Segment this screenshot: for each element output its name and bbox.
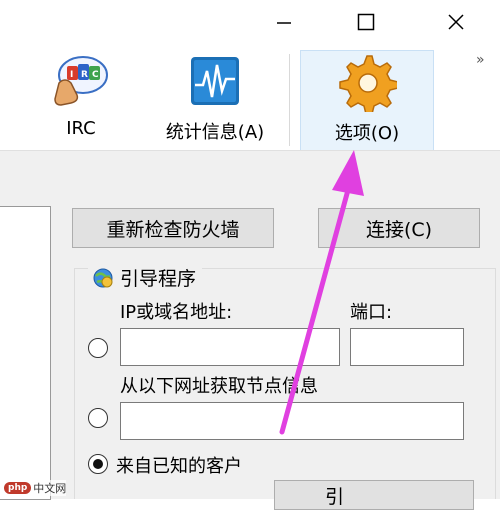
radio-ip-address[interactable]	[88, 338, 108, 358]
connect-button[interactable]: 连接(C)	[318, 208, 480, 248]
watermark: php 中文网	[4, 480, 67, 496]
watermark-site: 中文网	[33, 480, 67, 496]
toolbar-options-label: 选项(O)	[334, 123, 400, 144]
toolbar-irc-label: IRC	[66, 118, 96, 139]
url-source-input[interactable]	[120, 402, 464, 440]
minimize-button[interactable]	[264, 6, 304, 38]
toolbar-irc-button[interactable]: I R C IRC	[46, 50, 116, 150]
ip-address-label: IP或域名地址:	[120, 302, 233, 323]
ip-address-input[interactable]	[120, 328, 340, 366]
url-source-label: 从以下网址获取节点信息	[120, 376, 318, 397]
left-list-pane[interactable]	[0, 206, 51, 500]
recheck-firewall-button[interactable]: 重新检查防火墙	[72, 208, 274, 248]
bootstrap-globe-icon	[93, 268, 113, 287]
svg-text:I: I	[70, 70, 73, 80]
port-input[interactable]	[350, 328, 464, 366]
maximize-button[interactable]	[346, 6, 386, 38]
irc-icon: I R C	[49, 50, 113, 112]
bootstrap-action-button[interactable]: 引	[274, 480, 474, 510]
bootstrap-group-title: 引导程序	[88, 264, 203, 291]
port-label: 端口:	[350, 302, 393, 323]
toolbar-statistics-button[interactable]: 统计信息(A)	[152, 50, 278, 150]
known-clients-label: 来自已知的客户	[116, 456, 242, 477]
bootstrap-title-text: 引导程序	[120, 268, 197, 290]
toolbar-options-button[interactable]: 选项(O)	[300, 50, 434, 152]
minimize-icon	[277, 22, 291, 24]
toolbar-statistics-label: 统计信息(A)	[165, 122, 265, 143]
toolbar-overflow-chevron[interactable]: »	[476, 52, 485, 68]
bootstrap-action-label: 引	[325, 485, 345, 508]
toolbar-separator	[289, 54, 290, 146]
gear-icon	[335, 51, 399, 113]
maximize-icon	[357, 13, 375, 31]
close-icon	[448, 14, 464, 30]
svg-text:R: R	[81, 70, 88, 80]
statistics-icon	[183, 50, 247, 112]
svg-text:C: C	[92, 70, 99, 80]
radio-url-source[interactable]	[88, 408, 108, 428]
watermark-badge: php	[4, 482, 32, 494]
close-button[interactable]	[436, 6, 476, 38]
radio-known-clients[interactable]	[88, 454, 108, 474]
